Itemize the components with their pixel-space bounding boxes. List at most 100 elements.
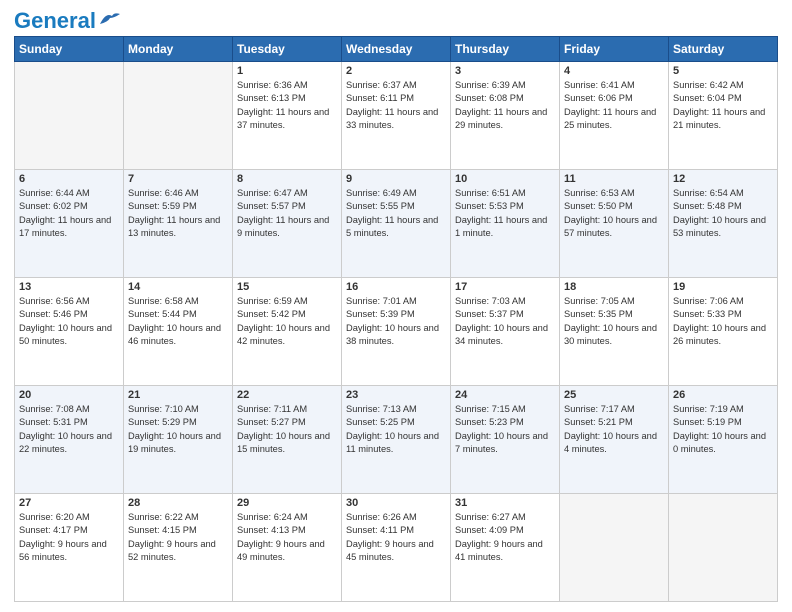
day-detail: Sunrise: 6:44 AM Sunset: 6:02 PM Dayligh… (19, 187, 119, 241)
day-number: 30 (346, 497, 446, 509)
calendar-cell (560, 494, 669, 602)
day-number: 19 (673, 281, 773, 293)
day-detail: Sunrise: 7:13 AM Sunset: 5:25 PM Dayligh… (346, 403, 446, 457)
day-detail: Sunrise: 7:17 AM Sunset: 5:21 PM Dayligh… (564, 403, 664, 457)
calendar-cell: 7 Sunrise: 6:46 AM Sunset: 5:59 PM Daylig… (124, 170, 233, 278)
day-number: 8 (237, 173, 337, 185)
day-detail: Sunrise: 6:27 AM Sunset: 4:09 PM Dayligh… (455, 511, 555, 565)
day-number: 6 (19, 173, 119, 185)
day-detail: Sunrise: 6:56 AM Sunset: 5:46 PM Dayligh… (19, 295, 119, 349)
day-number: 14 (128, 281, 228, 293)
day-number: 28 (128, 497, 228, 509)
calendar-cell: 17Sunrise: 7:03 AM Sunset: 5:37 PM Dayli… (451, 278, 560, 386)
calendar-cell: 25 Sunrise: 7:17 AM Sunset: 5:21 PM Dayli… (560, 386, 669, 494)
day-number: 16 (346, 281, 446, 293)
calendar-cell: 3 Sunrise: 6:39 AM Sunset: 6:08 PM Daylig… (451, 62, 560, 170)
calendar-cell: 30 Sunrise: 6:26 AM Sunset: 4:11 PM Dayli… (342, 494, 451, 602)
day-header-monday: Monday (124, 37, 233, 62)
calendar-cell: 12 Sunrise: 6:54 AM Sunset: 5:48 PM Dayli… (669, 170, 778, 278)
day-number: 4 (564, 65, 664, 77)
header-row: SundayMondayTuesdayWednesdayThursdayFrid… (15, 37, 778, 62)
day-number: 29 (237, 497, 337, 509)
page: General SundayMondayTuesdayWednesdayThur… (0, 0, 792, 612)
day-number: 24 (455, 389, 555, 401)
day-detail: Sunrise: 7:19 AM Sunset: 5:19 PM Dayligh… (673, 403, 773, 457)
day-detail: Sunrise: 6:22 AM Sunset: 4:15 PM Dayligh… (128, 511, 228, 565)
day-number: 2 (346, 65, 446, 77)
day-number: 22 (237, 389, 337, 401)
day-number: 11 (564, 173, 664, 185)
day-number: 7 (128, 173, 228, 185)
day-number: 10 (455, 173, 555, 185)
calendar-cell: 1 Sunrise: 6:36 AM Sunset: 6:13 PM Daylig… (233, 62, 342, 170)
calendar-cell: 8 Sunrise: 6:47 AM Sunset: 5:57 PM Daylig… (233, 170, 342, 278)
calendar-cell: 13 Sunrise: 6:56 AM Sunset: 5:46 PM Dayli… (15, 278, 124, 386)
calendar-cell: 22Sunrise: 7:11 AM Sunset: 5:27 PM Dayli… (233, 386, 342, 494)
day-number: 23 (346, 389, 446, 401)
day-detail: Sunrise: 6:24 AM Sunset: 4:13 PM Dayligh… (237, 511, 337, 565)
day-header-saturday: Saturday (669, 37, 778, 62)
day-detail: Sunrise: 6:47 AM Sunset: 5:57 PM Dayligh… (237, 187, 337, 241)
calendar-cell: 27 Sunrise: 6:20 AM Sunset: 4:17 PM Dayli… (15, 494, 124, 602)
day-number: 3 (455, 65, 555, 77)
day-number: 13 (19, 281, 119, 293)
header: General (14, 10, 778, 28)
day-detail: Sunrise: 6:59 AM Sunset: 5:42 PM Dayligh… (237, 295, 337, 349)
calendar-cell: 16 Sunrise: 7:01 AM Sunset: 5:39 PM Dayli… (342, 278, 451, 386)
calendar-cell: 4 Sunrise: 6:41 AM Sunset: 6:06 PM Daylig… (560, 62, 669, 170)
day-number: 31 (455, 497, 555, 509)
day-detail: Sunrise: 7:06 AM Sunset: 5:33 PM Dayligh… (673, 295, 773, 349)
calendar-cell: 24Sunrise: 7:15 AM Sunset: 5:23 PM Dayli… (451, 386, 560, 494)
day-detail: Sunrise: 7:05 AM Sunset: 5:35 PM Dayligh… (564, 295, 664, 349)
day-header-friday: Friday (560, 37, 669, 62)
day-detail: Sunrise: 7:10 AM Sunset: 5:29 PM Dayligh… (128, 403, 228, 457)
calendar-cell: 21 Sunrise: 7:10 AM Sunset: 5:29 PM Dayli… (124, 386, 233, 494)
day-detail: Sunrise: 6:46 AM Sunset: 5:59 PM Dayligh… (128, 187, 228, 241)
day-header-sunday: Sunday (15, 37, 124, 62)
day-number: 15 (237, 281, 337, 293)
day-detail: Sunrise: 6:58 AM Sunset: 5:44 PM Dayligh… (128, 295, 228, 349)
day-number: 18 (564, 281, 664, 293)
day-detail: Sunrise: 6:41 AM Sunset: 6:06 PM Dayligh… (564, 79, 664, 133)
logo: General (14, 10, 120, 28)
day-detail: Sunrise: 7:08 AM Sunset: 5:31 PM Dayligh… (19, 403, 119, 457)
calendar-cell: 10 Sunrise: 6:51 AM Sunset: 5:53 PM Dayli… (451, 170, 560, 278)
logo-bird-icon (98, 10, 120, 28)
day-detail: Sunrise: 6:39 AM Sunset: 6:08 PM Dayligh… (455, 79, 555, 133)
calendar-cell: 26Sunrise: 7:19 AM Sunset: 5:19 PM Dayli… (669, 386, 778, 494)
calendar-cell: 5 Sunrise: 6:42 AM Sunset: 6:04 PM Daylig… (669, 62, 778, 170)
day-detail: Sunrise: 6:49 AM Sunset: 5:55 PM Dayligh… (346, 187, 446, 241)
calendar-cell: 18 Sunrise: 7:05 AM Sunset: 5:35 PM Dayli… (560, 278, 669, 386)
day-detail: Sunrise: 6:51 AM Sunset: 5:53 PM Dayligh… (455, 187, 555, 241)
logo-text: General (14, 10, 96, 32)
day-header-tuesday: Tuesday (233, 37, 342, 62)
calendar-cell (669, 494, 778, 602)
day-detail: Sunrise: 6:20 AM Sunset: 4:17 PM Dayligh… (19, 511, 119, 565)
day-detail: Sunrise: 6:54 AM Sunset: 5:48 PM Dayligh… (673, 187, 773, 241)
calendar-cell (15, 62, 124, 170)
day-number: 5 (673, 65, 773, 77)
calendar-cell: 14 Sunrise: 6:58 AM Sunset: 5:44 PM Dayli… (124, 278, 233, 386)
day-detail: Sunrise: 6:36 AM Sunset: 6:13 PM Dayligh… (237, 79, 337, 133)
day-number: 9 (346, 173, 446, 185)
week-row: 6 Sunrise: 6:44 AM Sunset: 6:02 PM Daylig… (15, 170, 778, 278)
calendar-cell: 29 Sunrise: 6:24 AM Sunset: 4:13 PM Dayli… (233, 494, 342, 602)
day-number: 1 (237, 65, 337, 77)
week-row: 13 Sunrise: 6:56 AM Sunset: 5:46 PM Dayli… (15, 278, 778, 386)
calendar-table: SundayMondayTuesdayWednesdayThursdayFrid… (14, 36, 778, 602)
day-detail: Sunrise: 6:42 AM Sunset: 6:04 PM Dayligh… (673, 79, 773, 133)
day-number: 27 (19, 497, 119, 509)
day-detail: Sunrise: 6:26 AM Sunset: 4:11 PM Dayligh… (346, 511, 446, 565)
week-row: 27 Sunrise: 6:20 AM Sunset: 4:17 PM Dayli… (15, 494, 778, 602)
calendar-cell: 2Sunrise: 6:37 AM Sunset: 6:11 PM Daylig… (342, 62, 451, 170)
calendar-cell: 20Sunrise: 7:08 AM Sunset: 5:31 PM Dayli… (15, 386, 124, 494)
calendar-cell (124, 62, 233, 170)
calendar-cell: 15 Sunrise: 6:59 AM Sunset: 5:42 PM Dayli… (233, 278, 342, 386)
day-detail: Sunrise: 7:03 AM Sunset: 5:37 PM Dayligh… (455, 295, 555, 349)
day-number: 21 (128, 389, 228, 401)
day-number: 12 (673, 173, 773, 185)
day-header-wednesday: Wednesday (342, 37, 451, 62)
day-number: 25 (564, 389, 664, 401)
day-detail: Sunrise: 7:01 AM Sunset: 5:39 PM Dayligh… (346, 295, 446, 349)
calendar-cell: 19 Sunrise: 7:06 AM Sunset: 5:33 PM Dayli… (669, 278, 778, 386)
